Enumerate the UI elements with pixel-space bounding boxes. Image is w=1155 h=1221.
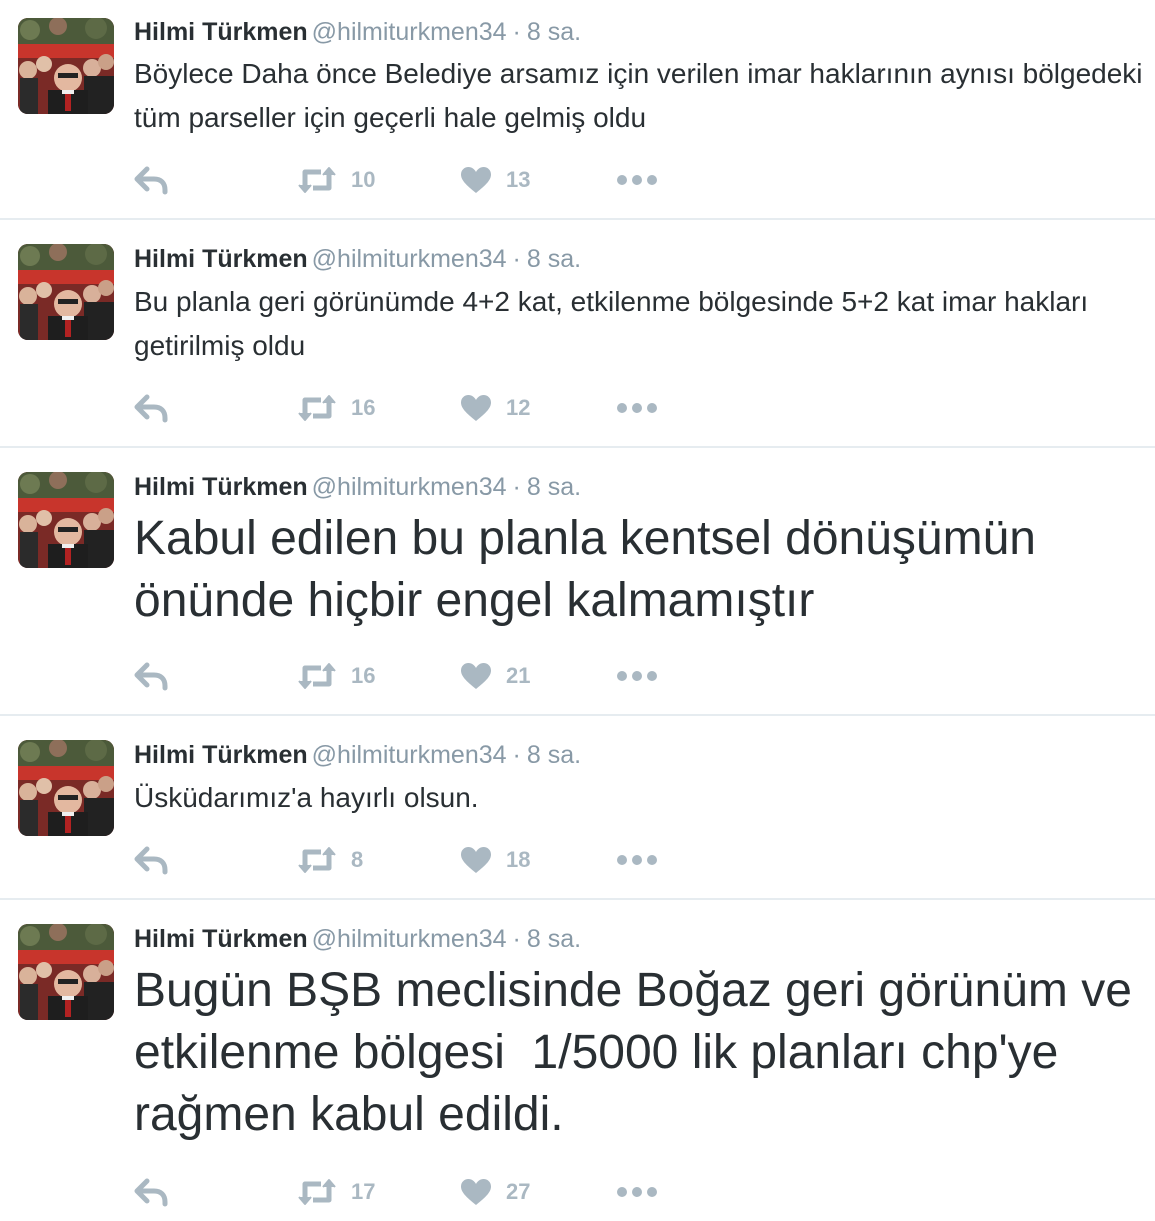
heart-icon (460, 166, 492, 194)
tweet-text: Üsküdarımız'a hayırlı olsun. (134, 782, 479, 813)
retweet-button[interactable]: 16 (297, 659, 375, 693)
reply-icon (134, 845, 168, 875)
retweet-button[interactable]: 8 (297, 843, 363, 877)
timestamp[interactable]: 8 sa. (527, 741, 581, 769)
retweet-icon (297, 662, 337, 690)
like-button[interactable]: 13 (460, 163, 530, 197)
timestamp[interactable]: 8 sa. (527, 473, 581, 501)
reply-icon (134, 1177, 168, 1207)
retweet-count: 10 (351, 167, 376, 192)
separator: · (512, 473, 521, 501)
retweet-icon (297, 166, 337, 194)
more-dots-icon (616, 670, 658, 682)
tweet-text: Böylece Daha önce Belediye arsamız için … (134, 58, 1143, 133)
separator: · (512, 245, 521, 273)
author-name[interactable]: Hilmi Türkmen (134, 245, 308, 273)
reply-icon (134, 661, 168, 691)
heart-icon (460, 846, 492, 874)
tweet-header: Hilmi Türkmen @hilmiturkmen34 · 8 sa. (134, 17, 581, 47)
avatar[interactable] (18, 244, 114, 340)
tweet-actions: 16 12 (134, 391, 734, 425)
tweet-2[interactable]: Hilmi Türkmen @hilmiturkmen34 · 8 sa. Bu pl… (0, 220, 1155, 448)
like-count: 21 (506, 663, 531, 688)
tweet-text: Bu planla geri görünümde 4+2 kat, etkile… (134, 286, 1089, 361)
author-handle[interactable]: @hilmiturkmen34 (312, 741, 507, 769)
timestamp[interactable]: 8 sa. (527, 18, 581, 46)
avatar[interactable] (18, 18, 114, 114)
like-button[interactable]: 12 (460, 391, 530, 425)
retweet-icon (297, 394, 337, 422)
heart-icon (460, 662, 492, 690)
more-button[interactable] (616, 843, 658, 877)
separator: · (512, 925, 521, 953)
like-count: 27 (506, 1179, 531, 1204)
more-button[interactable] (616, 163, 658, 197)
heart-icon (460, 1178, 492, 1206)
more-dots-icon (616, 174, 658, 186)
more-dots-icon (616, 402, 658, 414)
more-button[interactable] (616, 659, 658, 693)
avatar[interactable] (18, 740, 114, 836)
author-handle[interactable]: @hilmiturkmen34 (312, 18, 507, 46)
like-button[interactable]: 27 (460, 1175, 530, 1209)
reply-icon (134, 165, 168, 195)
timestamp[interactable]: 8 sa. (527, 245, 581, 273)
like-button[interactable]: 18 (460, 843, 530, 877)
author-name[interactable]: Hilmi Türkmen (134, 925, 308, 953)
separator: · (512, 741, 521, 769)
tweet-actions: 10 13 (134, 163, 734, 197)
tweet-actions: 16 21 (134, 659, 734, 693)
avatar[interactable] (18, 924, 114, 1020)
retweet-icon (297, 846, 337, 874)
retweet-icon (297, 1178, 337, 1206)
tweet-4[interactable]: Hilmi Türkmen @hilmiturkmen34 · 8 sa. Üsküd… (0, 716, 1155, 900)
avatar[interactable] (18, 472, 114, 568)
tweet-1[interactable]: Hilmi Türkmen @hilmiturkmen34 · 8 sa. Böyle… (0, 0, 1155, 220)
tweet-3[interactable]: Hilmi Türkmen @hilmiturkmen34 · 8 sa. Kabul… (0, 448, 1155, 716)
reply-icon (134, 393, 168, 423)
author-handle[interactable]: @hilmiturkmen34 (312, 245, 507, 273)
heart-icon (460, 394, 492, 422)
reply-button[interactable] (134, 163, 168, 197)
author-handle[interactable]: @hilmiturkmen34 (312, 473, 507, 501)
retweet-button[interactable]: 10 (297, 163, 375, 197)
tweet-actions: 17 27 (134, 1175, 734, 1209)
author-name[interactable]: Hilmi Türkmen (134, 741, 308, 769)
retweet-count: 16 (351, 663, 376, 688)
tweet-text: Bugün BŞB meclisinde Boğaz geri görünüm … (134, 964, 1146, 1141)
tweet-header: Hilmi Türkmen @hilmiturkmen34 · 8 sa. (134, 740, 581, 770)
tweet-header: Hilmi Türkmen @hilmiturkmen34 · 8 sa. (134, 924, 581, 954)
more-dots-icon (616, 1186, 658, 1198)
reply-button[interactable] (134, 391, 168, 425)
tweet-header: Hilmi Türkmen @hilmiturkmen34 · 8 sa. (134, 472, 581, 502)
separator: · (512, 18, 521, 46)
retweet-button[interactable]: 16 (297, 391, 375, 425)
like-count: 18 (506, 847, 531, 872)
timestamp[interactable]: 8 sa. (527, 925, 581, 953)
author-handle[interactable]: @hilmiturkmen34 (312, 925, 507, 953)
tweet-actions: 8 18 (134, 843, 734, 877)
retweet-button[interactable]: 17 (297, 1175, 375, 1209)
more-button[interactable] (616, 391, 658, 425)
reply-button[interactable] (134, 659, 168, 693)
like-count: 12 (506, 395, 531, 420)
retweet-count: 8 (351, 847, 364, 872)
more-button[interactable] (616, 1175, 658, 1209)
like-count: 13 (506, 167, 531, 192)
more-dots-icon (616, 854, 658, 866)
tweet-5[interactable]: Hilmi Türkmen @hilmiturkmen34 · 8 sa. Bugün… (0, 900, 1155, 1221)
retweet-count: 16 (351, 395, 376, 420)
author-name[interactable]: Hilmi Türkmen (134, 473, 308, 501)
reply-button[interactable] (134, 1175, 168, 1209)
tweet-header: Hilmi Türkmen @hilmiturkmen34 · 8 sa. (134, 244, 581, 274)
tweet-text: Kabul edilen bu planla kentsel dönüşümün… (134, 512, 1036, 627)
reply-button[interactable] (134, 843, 168, 877)
retweet-count: 17 (351, 1179, 376, 1204)
author-name[interactable]: Hilmi Türkmen (134, 18, 308, 46)
like-button[interactable]: 21 (460, 659, 530, 693)
